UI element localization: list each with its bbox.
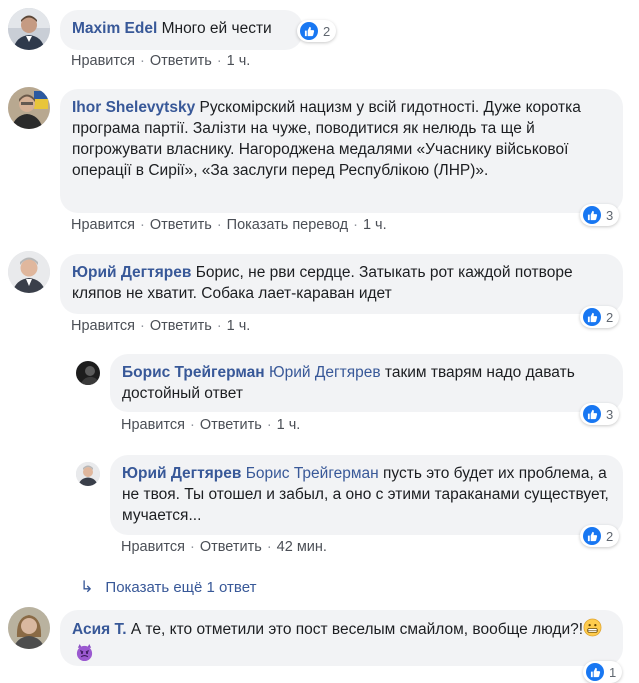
like-link[interactable]: Нравится [71,217,135,233]
separator: · [189,539,195,555]
show-more-label: Показать ещё 1 ответ [105,579,257,596]
avatar-image [8,87,50,129]
comment-text: Много ей чести [161,20,272,37]
comment-bubble: Асия Т. А те, кто отметили это пост весе… [60,610,623,666]
comment-author[interactable]: Юрий Дегтярев [72,264,191,281]
timestamp[interactable]: 1 ч. [363,217,387,233]
reply-link[interactable]: Ответить [150,318,212,334]
separator: · [216,318,222,334]
timestamp[interactable]: 1 ч. [277,417,301,433]
grimacing-face-icon [583,618,602,643]
like-link[interactable]: Нравится [121,539,185,555]
thumbs-up-icon [300,22,318,40]
translate-link[interactable]: Показать перевод [227,217,348,233]
comment-author[interactable]: Ihor Shelevytsky [72,99,195,116]
separator: · [139,53,145,69]
avatar-image [8,8,50,50]
reaction-count-value: 2 [606,309,614,325]
reply-author[interactable]: Борис Трейгерман [122,364,265,381]
reaction-count-value: 3 [606,207,614,223]
avatar-boris-treygerman[interactable] [76,361,100,385]
reply-bubble: Борис Трейгерман Юрий Дегтярев таким тва… [110,354,623,412]
reaction-count[interactable]: 3 [580,204,620,226]
comment-actions: Нравится · Ответить · 1 ч. [71,318,250,334]
reply-link[interactable]: Ответить [200,539,262,555]
reaction-count[interactable]: 2 [580,306,620,328]
thumbs-up-icon [583,206,601,224]
reply-bubble: Юрий Дегтярев Борис Трейгерман пусть это… [110,455,623,535]
comment-author[interactable]: Асия Т. [72,621,127,638]
avatar-image [76,361,100,385]
avatar-image [8,607,50,649]
avatar-yuriy-degtyarev[interactable] [8,251,50,293]
comment-bubble: Ihor Shelevytsky Рускомірский нацизм у в… [60,89,623,213]
reply-actions: Нравится · Ответить · 1 ч. [121,417,300,433]
reply-link[interactable]: Ответить [150,217,212,233]
comment-bubble: Юрий Дегтярев Борис, не рви сердце. Заты… [60,254,623,314]
comment-text: А те, кто отметили это пост веселым смай… [130,621,584,638]
reaction-count-value: 1 [609,664,617,680]
reply-link[interactable]: Ответить [150,53,212,69]
thumbs-up-icon [583,527,601,545]
reaction-count[interactable]: 2 [580,525,620,547]
reaction-count[interactable]: 2 [297,20,337,42]
angry-devil-icon [75,643,94,668]
thumbs-up-icon [583,308,601,326]
comment-author[interactable]: Maxim Edel [72,20,157,37]
avatar-ihor-shelevytsky[interactable] [8,87,50,129]
reaction-count[interactable]: 3 [580,403,620,425]
comment-bubble: Maxim Edel Много ей чести [60,10,303,50]
like-link[interactable]: Нравится [121,417,185,433]
reply-mention[interactable]: Борис Трейгерман [246,465,379,482]
reply-link[interactable]: Ответить [200,417,262,433]
separator: · [216,53,222,69]
separator: · [353,217,358,233]
avatar-image [8,251,50,293]
separator: · [139,217,145,233]
like-link[interactable]: Нравится [71,53,135,69]
separator: · [189,417,195,433]
timestamp[interactable]: 1 ч. [227,318,251,334]
reaction-count-value: 2 [323,23,331,39]
avatar-asiya-t[interactable] [8,607,50,649]
timestamp[interactable]: 42 мин. [277,539,327,555]
reply-arrow-icon: ↳ [80,579,94,596]
comment-actions: Нравится · Ответить · 1 ч. [71,53,250,69]
avatar-yuriy-degtyarev-small[interactable] [76,462,100,486]
show-more-replies[interactable]: ↳ Показать ещё 1 ответ [80,577,256,597]
reaction-count-value: 2 [606,528,614,544]
comment-actions: Нравится · Ответить · Показать перевод · 1 ч. [71,217,387,233]
separator: · [266,417,272,433]
separator: · [266,539,272,555]
thumbs-up-icon [586,663,604,681]
reply-mention[interactable]: Юрий Дегтярев [269,364,381,381]
separator: · [216,217,222,233]
separator: · [139,318,145,334]
reaction-count-value: 3 [606,406,614,422]
timestamp[interactable]: 1 ч. [227,53,251,69]
thumbs-up-icon [583,405,601,423]
reaction-count[interactable]: 1 [583,661,623,683]
like-link[interactable]: Нравится [71,318,135,334]
reply-actions: Нравится · Ответить · 42 мин. [121,539,327,555]
avatar-image [76,462,100,486]
avatar-maxim-edel[interactable] [8,8,50,50]
reply-author[interactable]: Юрий Дегтярев [122,465,241,482]
